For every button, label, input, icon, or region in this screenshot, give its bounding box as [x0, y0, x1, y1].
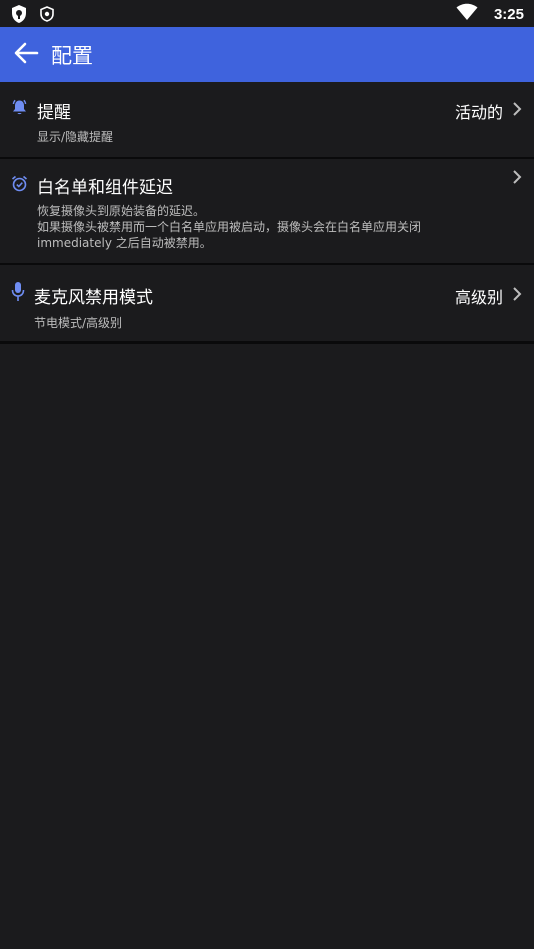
setting-title: 白名单和组件延迟 [37, 178, 173, 198]
chevron-right-icon [512, 169, 522, 189]
back-button[interactable] [4, 33, 48, 77]
status-left-icons [10, 4, 54, 28]
setting-whitelist-delay-row[interactable]: 白名单和组件延迟 恢复摄像头到原始装备的延迟。 如果摄像头被禁用而一个白名单应用… [0, 159, 534, 265]
bell-icon [11, 99, 28, 120]
setting-subtitle-line-1: 恢复摄像头到原始装备的延迟。 [37, 204, 206, 218]
setting-value: 活动的 [454, 103, 503, 122]
setting-value: 高级别 [454, 288, 503, 307]
setting-title: 麦克风禁用模式 [34, 288, 153, 308]
microphone-icon [11, 281, 25, 307]
setting-subtitle-line-2: 如果摄像头被禁用而一个白名单应用被启动，摄像头会在白名单应用关闭 [37, 220, 422, 234]
page-title: 配置 [51, 43, 93, 68]
setting-subtitle-line-3: immediately 之后自动被禁用。 [37, 236, 212, 250]
settings-list-lower: 白名单和组件延迟 恢复摄像头到原始装备的延迟。 如果摄像头被禁用而一个白名单应用… [0, 159, 534, 344]
setting-mic-mode[interactable]: 麦克风禁用模式 节电模式/高级别 高级别 [0, 265, 534, 344]
wifi-icon [456, 3, 478, 25]
setting-notification[interactable]: 提醒 显示/隐藏提醒 活动的 [0, 82, 534, 159]
chevron-right-icon [512, 286, 522, 306]
arrow-back-icon [13, 42, 39, 68]
app-bar: 配置 [0, 27, 534, 82]
setting-subtitle: 显示/隐藏提醒 [37, 130, 114, 144]
badge-icon [40, 6, 54, 26]
setting-subtitle: 节电模式/高级别 [34, 316, 123, 330]
alarm-check-icon [11, 175, 28, 196]
status-right-icons: 3:25 [456, 3, 524, 25]
status-bar: 3:25 [0, 0, 534, 27]
chevron-right-icon [512, 101, 522, 121]
shield-icon [10, 4, 28, 28]
settings-list: 提醒 显示/隐藏提醒 活动的 [0, 82, 534, 159]
setting-title: 提醒 [37, 103, 71, 123]
status-time: 3:25 [493, 5, 524, 23]
